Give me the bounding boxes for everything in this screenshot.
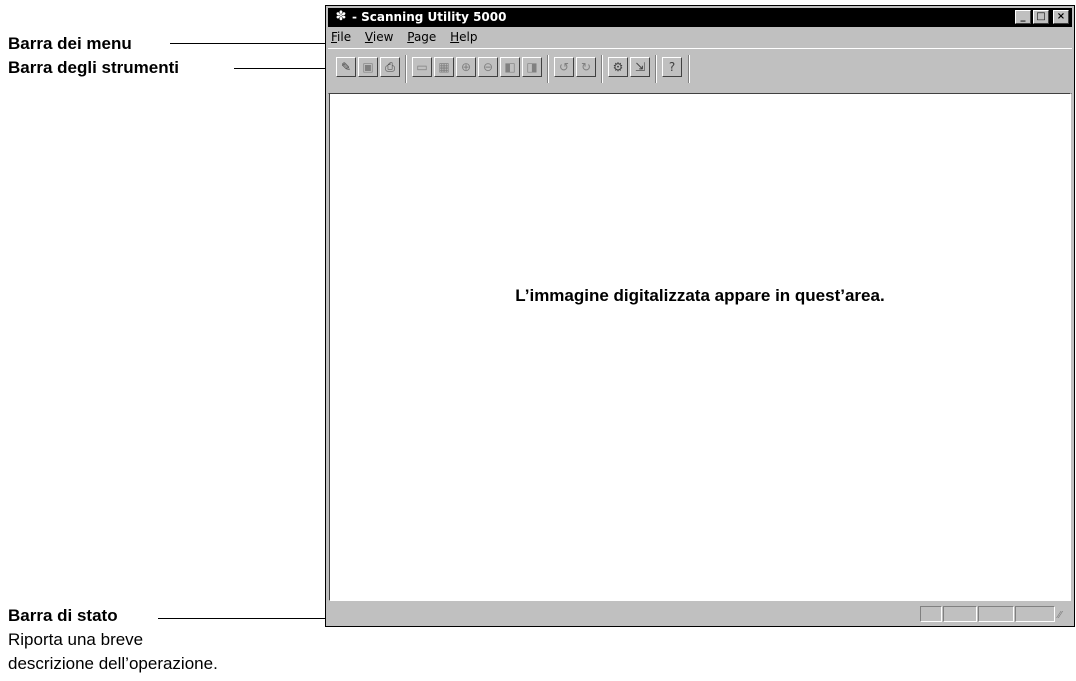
image-area-message: L’immagine digitalizzata appare in quest…: [515, 286, 885, 305]
fit-width-icon[interactable]: ▦: [434, 57, 454, 77]
image-area[interactable]: L’immagine digitalizzata appare in quest…: [329, 93, 1071, 601]
rotate-right-icon[interactable]: ↻: [576, 57, 596, 77]
zoom-in-icon[interactable]: ⊕: [456, 57, 476, 77]
toolbar-separator: [547, 55, 549, 83]
menu-help[interactable]: Help: [445, 28, 482, 47]
print-icon[interactable]: ⎙: [380, 57, 400, 77]
fit-page-icon[interactable]: ▭: [412, 57, 432, 77]
acquire-icon[interactable]: ✎: [336, 57, 356, 77]
menu-view[interactable]: View: [360, 28, 398, 47]
maximize-button[interactable]: □: [1033, 10, 1049, 24]
send-icon[interactable]: ⇲: [630, 57, 650, 77]
status-panel: [1015, 606, 1055, 622]
resize-grip-icon[interactable]: ⁄⁄: [1058, 610, 1070, 622]
status-bar-description-line1: Riporta una breve: [8, 630, 144, 649]
toolbar-leader-line: [234, 68, 330, 69]
menu-page[interactable]: Page: [402, 28, 441, 47]
window-title: - Scanning Utility 5000: [352, 10, 507, 24]
menu-file-rest: ile: [337, 30, 352, 44]
status-bar-description-line2: descrizione dell’operazione.: [8, 654, 218, 673]
toolbar-separator: [655, 55, 657, 83]
status-panel: [943, 606, 977, 622]
status-panel: [978, 606, 1014, 622]
status-panel: [920, 606, 942, 622]
toolbar-separator: [601, 55, 603, 83]
menu-view-rest: iew: [372, 30, 394, 44]
scanner-settings-icon[interactable]: ⚙: [608, 57, 628, 77]
toolbar-separator: [688, 55, 690, 83]
minimize-button[interactable]: _: [1015, 10, 1031, 24]
menu-bar: File View Page Help: [328, 28, 1072, 47]
menu-file[interactable]: File: [328, 28, 356, 47]
rotate-left-icon[interactable]: ↺: [554, 57, 574, 77]
menu-bar-callout: Barra dei menu: [8, 34, 132, 53]
toolbar: ✎ ▣ ⎙ ▭ ▦ ⊕ ⊖ ◧ ◨ ↺ ↻ ⚙ ⇲ ?: [328, 48, 1072, 94]
menu-page-rest: age: [413, 30, 437, 44]
toolbar-separator: [405, 55, 407, 83]
next-page-icon[interactable]: ◨: [522, 57, 542, 77]
toolbar-callout: Barra degli strumenti: [8, 58, 179, 77]
scanner-app-icon[interactable]: ✽: [333, 9, 349, 25]
save-icon[interactable]: ▣: [358, 57, 378, 77]
previous-page-icon[interactable]: ◧: [500, 57, 520, 77]
menu-bar-leader-line: [170, 43, 330, 44]
app-window: ✽ - Scanning Utility 5000 _ □ × File Vie…: [325, 5, 1075, 627]
status-bar-callout: Barra di stato: [8, 606, 118, 625]
status-bar: ⁄⁄: [328, 604, 1072, 624]
status-bar-leader-line: [158, 618, 343, 619]
help-icon[interactable]: ?: [662, 57, 682, 77]
menu-help-rest: elp: [459, 30, 478, 44]
title-bar[interactable]: ✽ - Scanning Utility 5000 _ □ ×: [328, 8, 1072, 27]
zoom-out-icon[interactable]: ⊖: [478, 57, 498, 77]
close-button[interactable]: ×: [1053, 10, 1069, 24]
